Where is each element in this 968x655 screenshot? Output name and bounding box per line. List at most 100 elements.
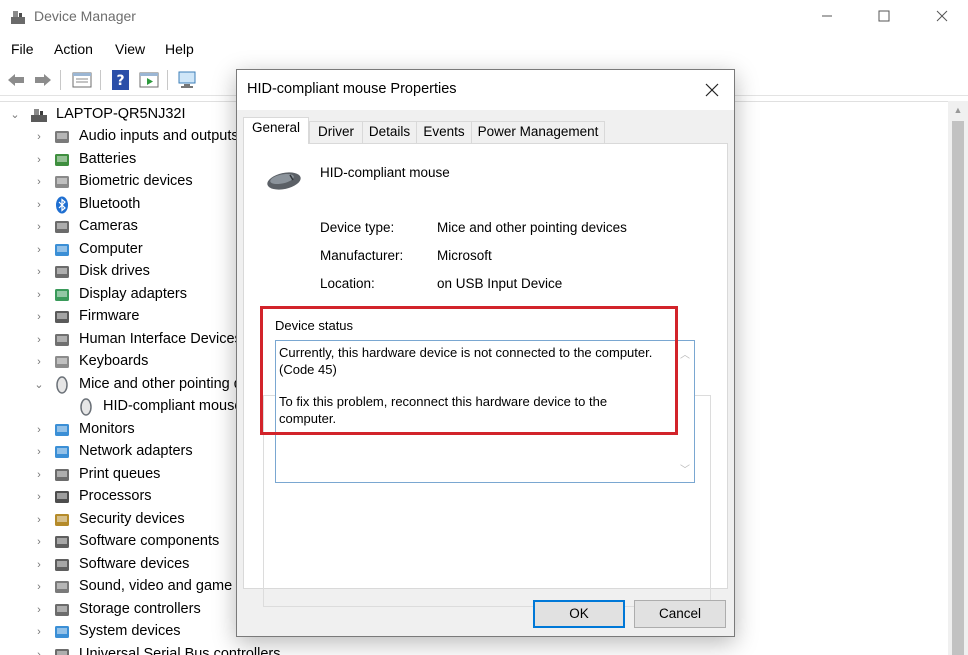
device-name: HID-compliant mouse xyxy=(320,165,450,180)
close-icon xyxy=(705,83,719,97)
menu-help[interactable]: Help xyxy=(165,41,194,57)
chevron-right-icon[interactable]: › xyxy=(33,603,45,617)
back-arrow-icon[interactable] xyxy=(5,69,27,91)
maximize-button[interactable] xyxy=(861,0,907,32)
computer-icon xyxy=(55,243,69,256)
chevron-right-icon[interactable]: › xyxy=(33,535,45,549)
speaker-icon xyxy=(55,131,69,143)
device-type-label: Device type: xyxy=(320,220,395,235)
chevron-right-icon[interactable]: › xyxy=(33,288,45,302)
run-action-icon[interactable] xyxy=(138,69,160,91)
device-manager-icon xyxy=(11,11,25,24)
status-line-1: Currently, this hardware device is not c… xyxy=(279,345,653,360)
dialog-titlebar: HID-compliant mouse Properties xyxy=(237,70,734,110)
system-device-icon xyxy=(55,626,69,638)
window-title: Device Manager xyxy=(34,8,136,24)
disk-drive-icon xyxy=(55,266,69,278)
tree-item-label: Print queues xyxy=(79,465,161,482)
chevron-right-icon[interactable]: › xyxy=(33,445,45,459)
hid-icon xyxy=(55,333,69,346)
chevron-right-icon[interactable]: › xyxy=(33,513,45,527)
chevron-down-icon[interactable]: ⌄ xyxy=(9,108,21,122)
menu-action[interactable]: Action xyxy=(54,41,93,57)
chevron-right-icon[interactable]: › xyxy=(33,153,45,167)
tab-power-management[interactable]: Power Management xyxy=(471,121,605,143)
battery-icon xyxy=(55,153,69,166)
software-component-icon xyxy=(55,536,69,548)
chevron-right-icon[interactable]: › xyxy=(33,355,45,369)
printer-icon xyxy=(55,468,69,481)
chevron-right-icon[interactable]: › xyxy=(33,310,45,324)
chevron-right-icon[interactable]: › xyxy=(33,490,45,504)
device-status-textbox[interactable]: Currently, this hardware device is not c… xyxy=(275,340,695,483)
tab-strip: General Driver Details Events Power Mana… xyxy=(243,117,723,144)
fingerprint-icon xyxy=(55,176,69,188)
tab-events[interactable]: Events xyxy=(416,121,472,143)
tree-item-label: Monitors xyxy=(79,420,135,437)
tree-item-label: Disk drives xyxy=(79,263,150,279)
tree-item-label: Batteries xyxy=(79,150,137,167)
chevron-down-icon[interactable]: ﹀ xyxy=(680,461,690,476)
tree-category-item[interactable]: › Universal Serial Bus controllers xyxy=(0,644,948,655)
camera-icon xyxy=(55,221,69,233)
properties-view-icon[interactable] xyxy=(71,69,93,91)
tree-item-label: Network adapters xyxy=(79,443,193,459)
tab-details[interactable]: Details xyxy=(362,121,417,143)
chevron-right-icon[interactable]: › xyxy=(33,648,45,655)
security-device-icon xyxy=(55,513,69,526)
chevron-up-icon[interactable]: ︿ xyxy=(680,346,690,361)
dialog-close-button[interactable] xyxy=(697,76,727,104)
minimize-icon xyxy=(822,15,832,17)
tree-item-label: Software components xyxy=(79,533,220,549)
chevron-right-icon[interactable]: › xyxy=(33,130,45,144)
tree-item-label: Keyboards xyxy=(79,353,149,369)
mouse-icon xyxy=(80,398,92,416)
tree-item-label: Processors xyxy=(79,488,152,504)
device-status-title: Device status xyxy=(274,318,355,333)
chevron-right-icon[interactable]: › xyxy=(33,175,45,189)
ok-button[interactable]: OK xyxy=(533,600,625,628)
status-line-3: To fix this problem, reconnect this hard… xyxy=(279,394,608,409)
chevron-right-icon[interactable]: › xyxy=(33,468,45,482)
tree-item-label: Display adapters xyxy=(79,285,187,302)
tab-general[interactable]: General xyxy=(243,117,309,144)
scan-hardware-icon[interactable] xyxy=(177,69,199,91)
help-icon[interactable]: ? xyxy=(110,69,132,91)
status-scrollbar[interactable]: ︿ ﹀ xyxy=(676,341,694,482)
tree-scrollbar[interactable]: ▲ xyxy=(948,101,968,655)
monitor-icon xyxy=(55,423,69,436)
tab-driver[interactable]: Driver xyxy=(309,121,363,143)
menu-file[interactable]: File xyxy=(11,41,34,57)
forward-arrow-icon[interactable] xyxy=(32,69,54,91)
chevron-right-icon[interactable]: › xyxy=(33,265,45,279)
tree-item-label: Computer xyxy=(79,240,143,257)
window-titlebar: Device Manager xyxy=(0,0,968,34)
mouse-icon xyxy=(267,172,301,190)
chevron-right-icon[interactable]: › xyxy=(33,625,45,639)
tree-item-label: Software devices xyxy=(79,555,190,572)
dialog-title: HID-compliant mouse Properties xyxy=(247,81,457,97)
minimize-button[interactable] xyxy=(804,0,850,32)
menu-bar: File Action View Help xyxy=(0,38,968,62)
display-adapter-icon xyxy=(55,288,69,301)
chevron-right-icon[interactable]: › xyxy=(33,580,45,594)
cancel-button[interactable]: Cancel xyxy=(634,600,726,628)
properties-dialog: HID-compliant mouse Properties General D… xyxy=(236,69,735,637)
location-label: Location: xyxy=(320,276,375,291)
manufacturer-value: Microsoft xyxy=(437,248,492,263)
tree-item-label: System devices xyxy=(79,623,181,639)
chevron-right-icon[interactable]: › xyxy=(33,243,45,257)
menu-view[interactable]: View xyxy=(115,41,145,57)
chevron-right-icon[interactable]: › xyxy=(33,333,45,347)
scroll-up-icon[interactable]: ▲ xyxy=(948,101,968,119)
chevron-right-icon[interactable]: › xyxy=(33,198,45,212)
software-device-icon xyxy=(55,558,69,571)
chevron-right-icon[interactable]: › xyxy=(33,558,45,572)
tree-item-label: HID-compliant mouse xyxy=(103,398,243,414)
chevron-down-icon[interactable]: ⌄ xyxy=(33,378,45,392)
scrollbar-thumb[interactable] xyxy=(952,121,964,655)
chevron-right-icon[interactable]: › xyxy=(33,220,45,234)
tree-item-label: Cameras xyxy=(79,218,138,234)
close-window-button[interactable] xyxy=(919,0,965,32)
chevron-right-icon[interactable]: › xyxy=(33,423,45,437)
